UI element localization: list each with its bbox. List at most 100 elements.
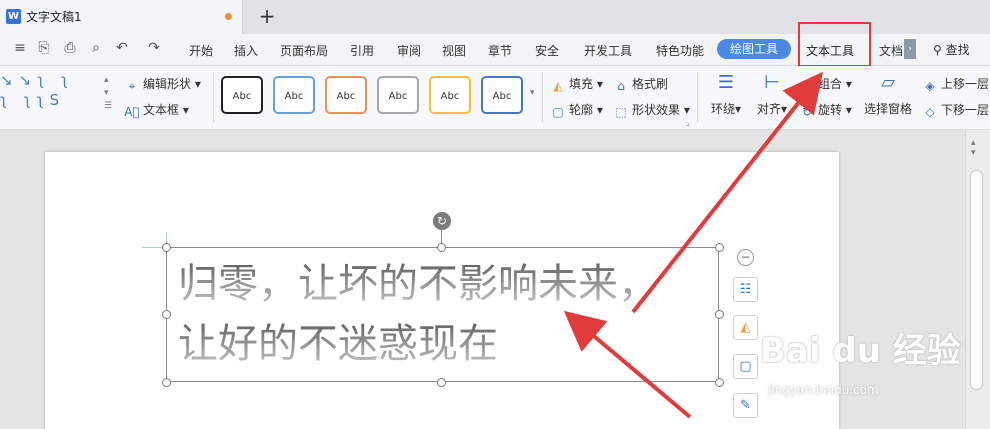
- document-tab[interactable]: W 文字文稿1: [0, 0, 243, 34]
- format-painter-button[interactable]: ⌂ 格式刷: [613, 75, 668, 93]
- format-painter-label: 格式刷: [632, 77, 669, 91]
- shape-style-6[interactable]: Abc: [481, 76, 523, 114]
- tab-developer[interactable]: 开发工具: [584, 42, 632, 59]
- rotate-handle-icon[interactable]: ↻: [433, 212, 451, 230]
- resize-handle-bottom-left[interactable]: [162, 378, 171, 387]
- wrap-text-icon: ☰: [717, 72, 735, 93]
- group-icon: ⧉: [802, 79, 812, 93]
- edit-shape-button[interactable]: ⌖ 编辑形状 ▾: [124, 75, 201, 93]
- find-button[interactable]: ⚲ 查找: [933, 41, 970, 58]
- format-brush-button[interactable]: ✎: [733, 393, 758, 418]
- tab-document-partial[interactable]: 文档: [879, 42, 903, 59]
- watermark-url: jingyan.baidu.com: [768, 383, 879, 397]
- rotate-button[interactable]: ↻ 旋转 ▾: [799, 101, 852, 119]
- rotate-icon: ↻: [801, 105, 813, 119]
- shape-outline-button[interactable]: ▢: [733, 354, 758, 379]
- redo-icon[interactable]: ↷: [146, 40, 162, 56]
- edit-shape-label: 编辑形状: [143, 77, 192, 91]
- tab-insert[interactable]: 插入: [234, 42, 258, 59]
- shape-style-4[interactable]: Abc: [377, 76, 419, 114]
- tab-drawing-tools[interactable]: 绘图工具: [717, 39, 791, 59]
- ribbon-separator: [213, 72, 214, 122]
- baidu-watermark: Bai du 经验 jingyan.baidu.com: [760, 315, 965, 415]
- format-painter-icon: ⌂: [617, 79, 625, 93]
- send-backward-button[interactable]: ◇ 下移一层: [922, 101, 989, 119]
- outline-icon: ▢: [739, 359, 752, 374]
- tab-home[interactable]: 开始: [189, 42, 213, 59]
- fill-bucket-icon: ◭: [740, 320, 751, 335]
- find-label: 查找: [945, 43, 970, 57]
- wrap-label: 环绕: [710, 102, 735, 116]
- print-preview-icon[interactable]: ⌕: [88, 40, 104, 56]
- tab-view[interactable]: 视图: [442, 42, 466, 59]
- wrap-button[interactable]: ☰ 环绕▾: [704, 72, 748, 124]
- collapse-toolbar-button[interactable]: −: [737, 249, 754, 266]
- rotate-label: 旋转: [818, 103, 843, 117]
- tab-review[interactable]: 审阅: [397, 42, 421, 59]
- outline-button[interactable]: ▢ 轮廓 ▾: [550, 101, 603, 119]
- shape-gallery[interactable]: ↘↘ʅ ʅ ʅ ʅʅS: [0, 70, 116, 122]
- dialog-launcher-icon[interactable]: ⌟: [686, 118, 690, 127]
- resize-handle-top-right[interactable]: [715, 243, 724, 252]
- resize-handle-left[interactable]: [162, 310, 171, 319]
- document-tab-title: 文字文稿1: [26, 10, 82, 24]
- bring-forward-icon: ◈: [925, 79, 935, 93]
- ribbon: ↘↘ʅ ʅ ʅ ʅʅS ▴ ▾ ☰ ⌖ 编辑形状 ▾ A⃞ 文本框 ▾ Abc Abc …: [0, 66, 990, 130]
- resize-handle-bottom[interactable]: [437, 378, 446, 387]
- print-icon[interactable]: ⎙: [62, 40, 78, 56]
- bring-forward-label: 上移一层: [941, 77, 990, 91]
- send-backward-label: 下移一层: [941, 103, 990, 117]
- shape-style-3[interactable]: Abc: [325, 76, 367, 114]
- tab-section[interactable]: 章节: [488, 42, 512, 59]
- style-more-icon[interactable]: ▾: [530, 88, 535, 98]
- undo-icon[interactable]: ↶: [114, 40, 130, 56]
- resize-handle-right[interactable]: [715, 310, 724, 319]
- outline-icon: ▢: [552, 105, 564, 119]
- bring-forward-button[interactable]: ◈ 上移一层: [922, 75, 989, 93]
- line-shapes-icon: ↘↘ʅ ʅ: [0, 71, 74, 89]
- align-button[interactable]: ⊢ 对齐▾: [750, 72, 794, 124]
- text-box-button[interactable]: A⃞ 文本框 ▾: [124, 101, 189, 119]
- new-tab-button[interactable]: +: [256, 3, 278, 29]
- selection-pane-button[interactable]: ▱ 选择窗格: [862, 72, 914, 124]
- wps-writer-icon: W: [6, 9, 21, 24]
- chevron-right-icon[interactable]: ›: [904, 39, 916, 59]
- shape-style-2[interactable]: Abc: [273, 76, 315, 114]
- shape-fill-button[interactable]: ◭: [733, 315, 758, 340]
- open-folder-icon[interactable]: ⎘: [36, 40, 52, 56]
- resize-handle-bottom-right[interactable]: [715, 378, 724, 387]
- scroll-up-icon[interactable]: ▴ ▾: [971, 138, 976, 158]
- resize-handle-top[interactable]: [437, 243, 446, 252]
- shape-style-1[interactable]: Abc: [221, 76, 263, 114]
- gallery-scroll-icon[interactable]: ▴ ▾ ☰: [104, 74, 112, 113]
- brush-icon: ✎: [740, 398, 751, 413]
- baidu-logo: Bai du 经验: [760, 331, 961, 371]
- layout-options-button[interactable]: ☷: [733, 277, 758, 302]
- menu-icon[interactable]: ≡: [12, 40, 28, 56]
- group-button[interactable]: ⧉ 组合 ▾: [799, 75, 852, 93]
- edit-shape-icon: ⌖: [128, 79, 136, 93]
- fill-button[interactable]: ◭ 填充 ▾: [550, 75, 602, 93]
- outline-label: 轮廓: [569, 103, 594, 117]
- tab-references[interactable]: 引用: [350, 42, 374, 59]
- shape-style-5[interactable]: Abc: [429, 76, 471, 114]
- fill-label: 填充: [569, 77, 594, 91]
- tab-security[interactable]: 安全: [535, 42, 559, 59]
- highlight-box: [798, 22, 871, 67]
- shape-effect-label: 形状效果: [632, 103, 681, 117]
- resize-handle-top-left[interactable]: [162, 243, 171, 252]
- document-text-line-2[interactable]: 让好的不迷惑现在: [178, 320, 498, 368]
- scrollbar-thumb[interactable]: [970, 170, 983, 390]
- shape-effect-icon: ⬚: [615, 105, 627, 119]
- curve-shapes-icon: ʅ ʅʅS: [0, 91, 66, 109]
- ribbon-separator: [542, 72, 543, 122]
- shape-effect-button[interactable]: ⬚ 形状效果 ▾: [613, 101, 690, 119]
- selection-pane-icon: ▱: [881, 72, 895, 93]
- document-text-line-1[interactable]: 归零，让坏的不影响未来，: [178, 260, 658, 308]
- align-icon: ⊢: [764, 72, 780, 93]
- tab-special-features[interactable]: 特色功能: [656, 42, 704, 59]
- tab-page-layout[interactable]: 页面布局: [280, 42, 328, 59]
- group-label: 组合: [818, 77, 843, 91]
- unsaved-dot-icon: [225, 13, 232, 20]
- vertical-scrollbar[interactable]: ▴ ▾: [965, 130, 990, 429]
